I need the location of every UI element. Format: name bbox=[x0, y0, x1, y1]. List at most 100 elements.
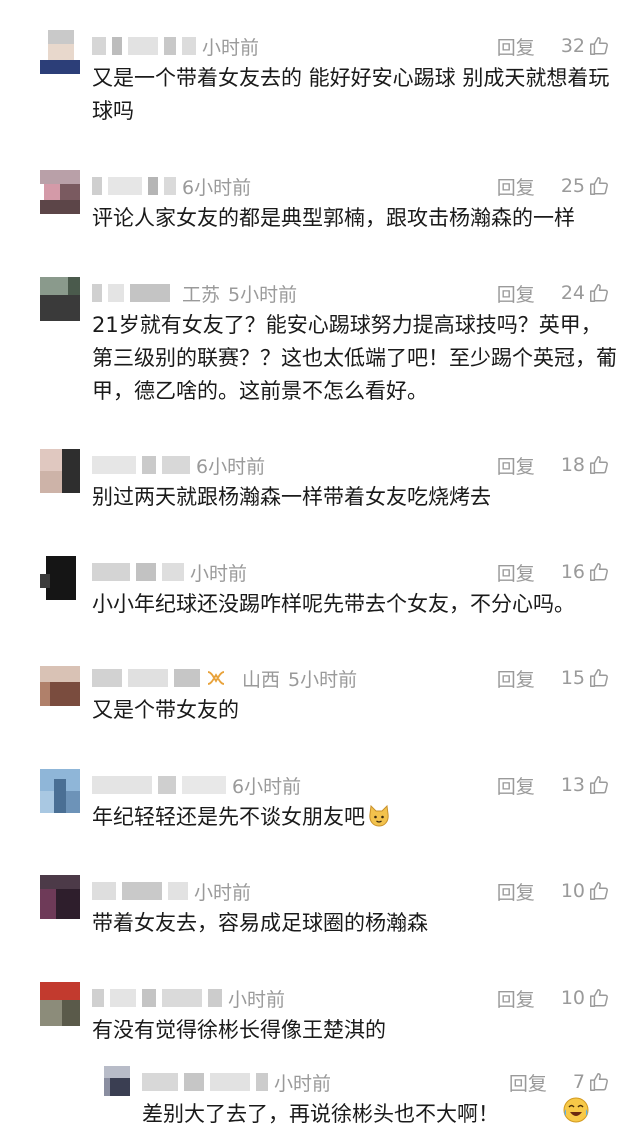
comment-time: 小时前 bbox=[194, 881, 252, 904]
like-button[interactable]: 10 bbox=[561, 880, 610, 902]
comment-actions: 回复 13 bbox=[497, 771, 610, 799]
like-button[interactable]: 24 bbox=[561, 282, 610, 304]
avatar[interactable] bbox=[40, 277, 80, 321]
comment-actions: 回复 16 bbox=[497, 558, 610, 586]
like-button[interactable]: 7 bbox=[573, 1071, 610, 1093]
avatar[interactable] bbox=[40, 556, 80, 600]
thumbs-up-icon bbox=[590, 989, 608, 1007]
username-blurred[interactable] bbox=[92, 669, 122, 687]
comment-actions: 回复 24 bbox=[497, 279, 610, 307]
username-blurred bbox=[108, 284, 124, 302]
like-count: 15 bbox=[560, 667, 585, 689]
username-blurred bbox=[164, 37, 176, 55]
comment-time: 小时前 bbox=[190, 562, 248, 585]
reply-button[interactable]: 回复 bbox=[509, 1069, 547, 1096]
avatar[interactable] bbox=[40, 982, 80, 1026]
reply-button[interactable]: 回复 bbox=[497, 772, 535, 799]
reply-button[interactable]: 回复 bbox=[497, 33, 535, 60]
avatar[interactable] bbox=[40, 662, 80, 706]
comment-text: 别过两天就跟杨瀚森一样带着女友吃烧烤去 bbox=[92, 485, 491, 509]
like-button[interactable]: 16 bbox=[561, 561, 610, 583]
username-blurred bbox=[142, 456, 156, 474]
avatar[interactable] bbox=[104, 1066, 130, 1096]
avatar[interactable] bbox=[40, 30, 80, 74]
thumbs-up-icon bbox=[590, 177, 608, 195]
comment-actions: 回复 25 bbox=[497, 172, 610, 200]
username-blurred bbox=[256, 1073, 268, 1091]
username-blurred[interactable] bbox=[92, 37, 106, 55]
username-blurred bbox=[208, 989, 222, 1007]
username-blurred bbox=[108, 177, 142, 195]
comment-meta: 6小时前 bbox=[92, 172, 251, 200]
like-count: 10 bbox=[560, 880, 585, 902]
comment-location: 山西 bbox=[242, 668, 281, 691]
username-blurred[interactable] bbox=[92, 989, 104, 1007]
comment-text: 带着女友去，容易成足球圈的杨瀚森 bbox=[92, 911, 428, 935]
thumbs-up-icon bbox=[590, 1073, 608, 1091]
like-button[interactable]: 15 bbox=[561, 667, 610, 689]
like-count: 16 bbox=[560, 561, 585, 583]
like-button[interactable]: 32 bbox=[561, 35, 610, 57]
comment-meta: 6小时前 bbox=[92, 451, 265, 479]
username-blurred bbox=[112, 37, 122, 55]
reply-button[interactable]: 回复 bbox=[497, 452, 535, 479]
comment-time: 小时前 bbox=[202, 36, 260, 59]
username-blurred bbox=[162, 989, 202, 1007]
like-count: 13 bbox=[560, 774, 585, 796]
reply-button[interactable]: 回复 bbox=[497, 559, 535, 586]
comment-actions: 回复 15 bbox=[497, 664, 610, 692]
comment-text-body: 年纪轻轻还是先不谈女朋友吧 bbox=[92, 805, 365, 829]
username-blurred[interactable] bbox=[142, 1073, 178, 1091]
like-count: 25 bbox=[560, 175, 585, 197]
username-blurred bbox=[110, 989, 136, 1007]
username-blurred bbox=[182, 776, 226, 794]
avatar[interactable] bbox=[40, 769, 80, 813]
cat-face-emoji-icon bbox=[369, 805, 389, 827]
thumbs-up-icon bbox=[590, 669, 608, 687]
like-count: 10 bbox=[560, 987, 585, 1009]
comment-actions: 回复 7 bbox=[509, 1068, 610, 1096]
laughing-crying-emoji-icon bbox=[563, 1097, 589, 1123]
username-blurred bbox=[122, 882, 162, 900]
like-button[interactable]: 18 bbox=[561, 454, 610, 476]
reply-button[interactable]: 回复 bbox=[497, 665, 535, 692]
thumbs-up-icon bbox=[590, 37, 608, 55]
comment-actions: 回复 10 bbox=[497, 877, 610, 905]
username-blurred bbox=[130, 284, 170, 302]
username-blurred bbox=[164, 177, 176, 195]
fan-badge-icon bbox=[207, 671, 225, 685]
avatar[interactable] bbox=[40, 875, 80, 919]
comment-actions: 回复 18 bbox=[497, 451, 610, 479]
reply-button[interactable]: 回复 bbox=[497, 173, 535, 200]
username-blurred[interactable] bbox=[92, 882, 116, 900]
comment-text: 小小年纪球还没踢咋样呢先带去个女友，不分心吗。 bbox=[92, 592, 575, 616]
like-button[interactable]: 25 bbox=[561, 175, 610, 197]
username-blurred[interactable] bbox=[92, 284, 102, 302]
comment-text: 又是一个带着女友去的 能好好安心踢球 别成天就想着玩球吗 bbox=[92, 66, 610, 123]
username-blurred[interactable] bbox=[92, 776, 152, 794]
username-blurred bbox=[128, 669, 168, 687]
thumbs-up-icon bbox=[590, 776, 608, 794]
username-blurred bbox=[136, 563, 156, 581]
reply-button[interactable]: 回复 bbox=[497, 985, 535, 1012]
username-blurred[interactable] bbox=[92, 177, 102, 195]
like-button[interactable]: 13 bbox=[561, 774, 610, 796]
like-count: 32 bbox=[560, 35, 585, 57]
reply-button[interactable]: 回复 bbox=[497, 280, 535, 307]
comment-text: 又是个带女友的 bbox=[92, 698, 239, 722]
comment-time: 6小时前 bbox=[232, 775, 302, 798]
username-blurred[interactable] bbox=[92, 563, 130, 581]
reply-button[interactable]: 回复 bbox=[497, 878, 535, 905]
avatar[interactable] bbox=[40, 449, 80, 493]
username-blurred[interactable] bbox=[92, 456, 136, 474]
comment-meta: 小时前 bbox=[92, 984, 285, 1012]
username-blurred bbox=[162, 563, 184, 581]
comment-time: 5小时前 bbox=[288, 668, 358, 691]
username-blurred bbox=[128, 37, 158, 55]
thumbs-up-icon bbox=[590, 284, 608, 302]
username-blurred bbox=[182, 37, 196, 55]
comment-time: 小时前 bbox=[228, 988, 286, 1011]
thumbs-up-icon bbox=[590, 456, 608, 474]
like-button[interactable]: 10 bbox=[561, 987, 610, 1009]
avatar[interactable] bbox=[40, 170, 80, 214]
